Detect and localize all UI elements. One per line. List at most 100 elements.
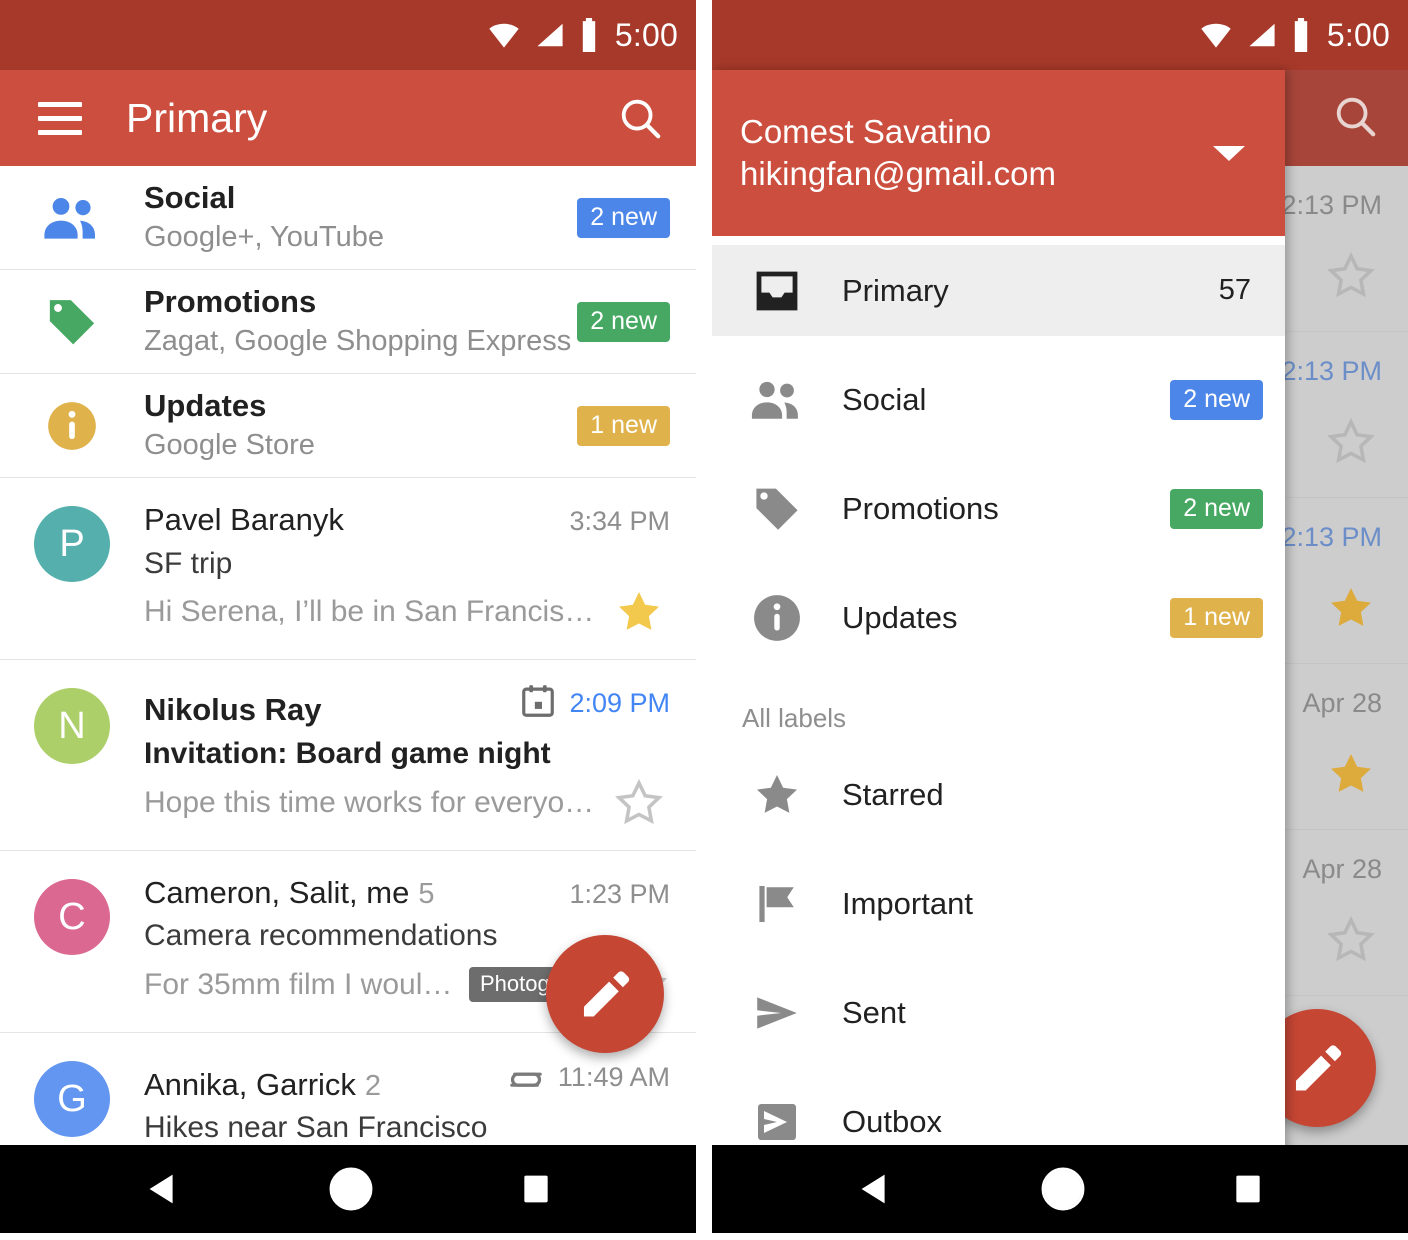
wifi-icon: [1201, 23, 1231, 48]
sidebar-item-updates[interactable]: Updates 1 new: [712, 572, 1285, 663]
avatar: P: [0, 500, 144, 637]
recents-square-icon[interactable]: [516, 1169, 556, 1209]
battery-icon: [1294, 18, 1308, 52]
status-badge: 1 new: [577, 405, 670, 446]
sidebar-item-label: Sent: [842, 995, 906, 1030]
chevron-down-icon[interactable]: [1213, 145, 1245, 161]
mail-thread-count: 2: [364, 1069, 382, 1102]
table-row[interactable]: P Pavel Baranyk 3:34 PM SF trip Hi Seren…: [0, 478, 696, 661]
mail-snippet: Hi Serena, I’ll be in San Francisco in a…: [144, 595, 600, 629]
sidebar-item-social[interactable]: Social 2 new: [712, 354, 1285, 445]
home-circle-icon[interactable]: [1038, 1164, 1088, 1214]
table-row[interactable]: N Nikolus Ray 2:09 PM Invitation: Board …: [0, 660, 696, 851]
category-title: Promotions: [144, 283, 317, 319]
hamburger-icon[interactable]: [38, 101, 82, 135]
mail-sender: Nikolus Ray: [144, 692, 322, 728]
status-bar-time: 5:00: [1326, 17, 1390, 53]
sidebar-item-starred[interactable]: Starred: [712, 749, 1285, 840]
android-nav-bar: [0, 1145, 696, 1233]
mail-thread-count: 5: [418, 877, 435, 910]
account-header[interactable]: Comest Savatino hikingfan@gmail.com: [712, 70, 1285, 236]
account-name: Comest Savatino: [740, 112, 992, 150]
sidebar-item-label: Important: [842, 886, 973, 921]
calendar-icon: [519, 682, 557, 725]
mail-timestamp: 1:23 PM: [569, 878, 670, 909]
category-subtitle: Google+, YouTube: [144, 220, 385, 253]
mail-sender: Pavel Baranyk: [144, 502, 344, 537]
mail-subject: Invitation: Board game night: [144, 736, 551, 770]
home-circle-icon[interactable]: [326, 1164, 376, 1214]
avatar: N: [0, 682, 144, 827]
android-nav-bar: [712, 1145, 1408, 1233]
star-icon[interactable]: [608, 587, 670, 637]
back-triangle-icon[interactable]: [140, 1166, 186, 1212]
avatar-initial: G: [34, 1060, 110, 1137]
sidebar-item-primary[interactable]: Primary 57: [712, 245, 1285, 336]
drawer-spacer: [712, 1058, 1285, 1076]
sidebar-item-count: 57: [1218, 274, 1251, 306]
inbox-list: Social Google+, YouTube 2 new Promotions…: [0, 166, 696, 1226]
battery-icon: [582, 18, 596, 52]
mail-timestamp: 11:49 AM: [557, 1061, 670, 1092]
tag-icon: [0, 294, 144, 350]
category-subtitle: Google Store: [144, 428, 315, 461]
star-outline-icon: [1326, 915, 1376, 970]
drawer-spacer: [712, 336, 1285, 354]
star-icon: [1326, 749, 1376, 804]
mail-timestamp: 3:34 PM: [569, 506, 670, 536]
search-icon[interactable]: [1332, 93, 1378, 144]
sidebar-item-sent[interactable]: Sent: [712, 967, 1285, 1058]
inbox-icon: [712, 267, 842, 315]
drawer-stack: 2:13 PM 2:13 PM 2:13 PM Apr 28 Apr 28 Co…: [712, 70, 1408, 1215]
back-triangle-icon[interactable]: [852, 1166, 898, 1212]
search-icon[interactable]: [614, 92, 666, 144]
category-row-updates[interactable]: Updates Google Store 1 new: [0, 374, 696, 478]
signal-icon: [537, 23, 563, 47]
category-row-promotions[interactable]: Promotions Zagat, Google Shopping Expres…: [0, 270, 696, 374]
outbox-icon: [712, 1098, 842, 1146]
status-bar: 5:00: [712, 0, 1408, 70]
mail-timestamp: 2:09 PM: [569, 688, 670, 719]
status-bar: 5:00: [0, 0, 696, 70]
mail-sender: Cameron, Salit, me: [144, 874, 410, 910]
compose-pencil-icon: [1295, 1045, 1342, 1091]
drawer-spacer: [712, 236, 1285, 245]
recents-square-icon[interactable]: [1228, 1169, 1268, 1209]
mail-timestamp: 2:13 PM: [1281, 356, 1382, 386]
star-outline-icon[interactable]: [608, 778, 670, 828]
info-icon: [712, 593, 842, 643]
compose-fab-button[interactable]: [546, 935, 664, 1053]
tag-icon: [712, 483, 842, 535]
people-icon: [0, 196, 144, 240]
category-title: Social: [144, 179, 236, 215]
mail-snippet: Hope this time works for everyone. I’m…: [144, 785, 600, 819]
drawer-spacer: [712, 840, 1285, 858]
status-badge: 2 new: [1170, 488, 1263, 529]
category-row-social[interactable]: Social Google+, YouTube 2 new: [0, 166, 696, 270]
people-icon: [712, 380, 842, 420]
sidebar-item-label: Social: [842, 382, 927, 417]
send-icon: [712, 988, 842, 1038]
sidebar-item-promotions[interactable]: Promotions 2 new: [712, 463, 1285, 554]
mail-subject: Hikes near San Francisco: [144, 1111, 488, 1145]
star-outline-icon: [1326, 251, 1376, 306]
mail-timestamp: Apr 28: [1302, 854, 1382, 884]
star-outline-icon: [1326, 417, 1376, 472]
avatar-initial: P: [34, 506, 110, 582]
status-badge: 2 new: [1170, 379, 1263, 420]
phone-navigation-drawer-screen: 5:00 2:13 PM 2:13 PM 2:13 PM Apr 28 Apr …: [712, 0, 1408, 1233]
star-icon: [712, 770, 842, 820]
avatar: C: [0, 873, 144, 1010]
sidebar-item-label: Outbox: [842, 1104, 942, 1139]
sidebar-item-important[interactable]: Important: [712, 858, 1285, 949]
account-email: hikingfan@gmail.com: [740, 155, 1056, 192]
app-bar: Primary: [0, 70, 696, 166]
drawer-spacer: [712, 554, 1285, 572]
mail-subject: SF trip: [144, 546, 233, 580]
navigation-drawer: Comest Savatino hikingfan@gmail.com Prim…: [712, 70, 1285, 1215]
mail-snippet: For 35mm film I would re…: [144, 968, 459, 1001]
attachment-icon: [506, 1055, 546, 1100]
info-icon: [0, 400, 144, 452]
mail-timestamp: 2:13 PM: [1281, 522, 1382, 552]
star-icon: [1326, 583, 1376, 638]
